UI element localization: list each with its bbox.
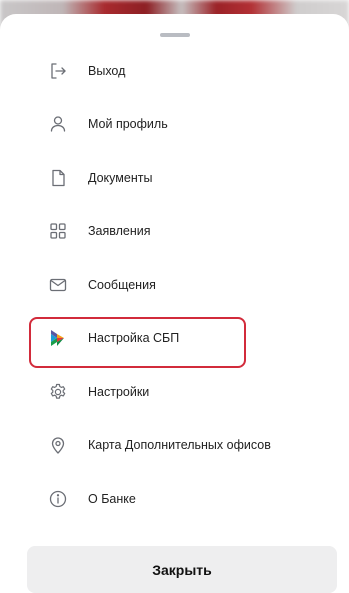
map-pin-icon xyxy=(48,435,68,455)
menu-item-label: Заявления xyxy=(88,224,151,239)
gear-icon xyxy=(48,382,68,402)
menu-item-office-map[interactable]: Карта Дополнительных офисов xyxy=(0,419,349,473)
info-icon xyxy=(48,489,68,509)
menu-item-about-bank[interactable]: О Банке xyxy=(0,472,349,526)
document-icon xyxy=(48,168,68,188)
menu-item-label: О Банке xyxy=(88,491,136,506)
user-icon xyxy=(48,114,68,134)
menu-item-messages[interactable]: Сообщения xyxy=(0,258,349,312)
menu-item-profile[interactable]: Мой профиль xyxy=(0,98,349,152)
menu-item-settings[interactable]: Настройки xyxy=(0,365,349,419)
menu-item-label: Выход xyxy=(88,63,126,78)
envelope-icon xyxy=(48,275,68,295)
close-button[interactable]: Закрыть xyxy=(27,546,337,593)
menu-item-documents[interactable]: Документы xyxy=(0,151,349,205)
menu-item-logout[interactable]: Выход xyxy=(0,44,349,98)
logout-icon xyxy=(48,61,68,81)
sheet-grabber[interactable] xyxy=(159,33,190,37)
menu-item-label: Настройки xyxy=(88,384,150,399)
menu-item-label: Мой профиль xyxy=(88,117,168,132)
menu-item-label: Документы xyxy=(88,170,153,185)
sbp-logo-icon xyxy=(48,328,68,348)
grid-icon xyxy=(48,221,68,241)
menu-item-label: Сообщения xyxy=(88,277,156,292)
menu-item-applications[interactable]: Заявления xyxy=(0,205,349,259)
menu-list: Выход Мой профиль Документы Заявления Со… xyxy=(0,44,349,526)
menu-item-sbp-settings[interactable]: Настройка СБП xyxy=(0,312,349,367)
menu-item-label: Карта Дополнительных офисов xyxy=(88,438,271,453)
menu-item-label: Настройка СБП xyxy=(88,331,180,346)
